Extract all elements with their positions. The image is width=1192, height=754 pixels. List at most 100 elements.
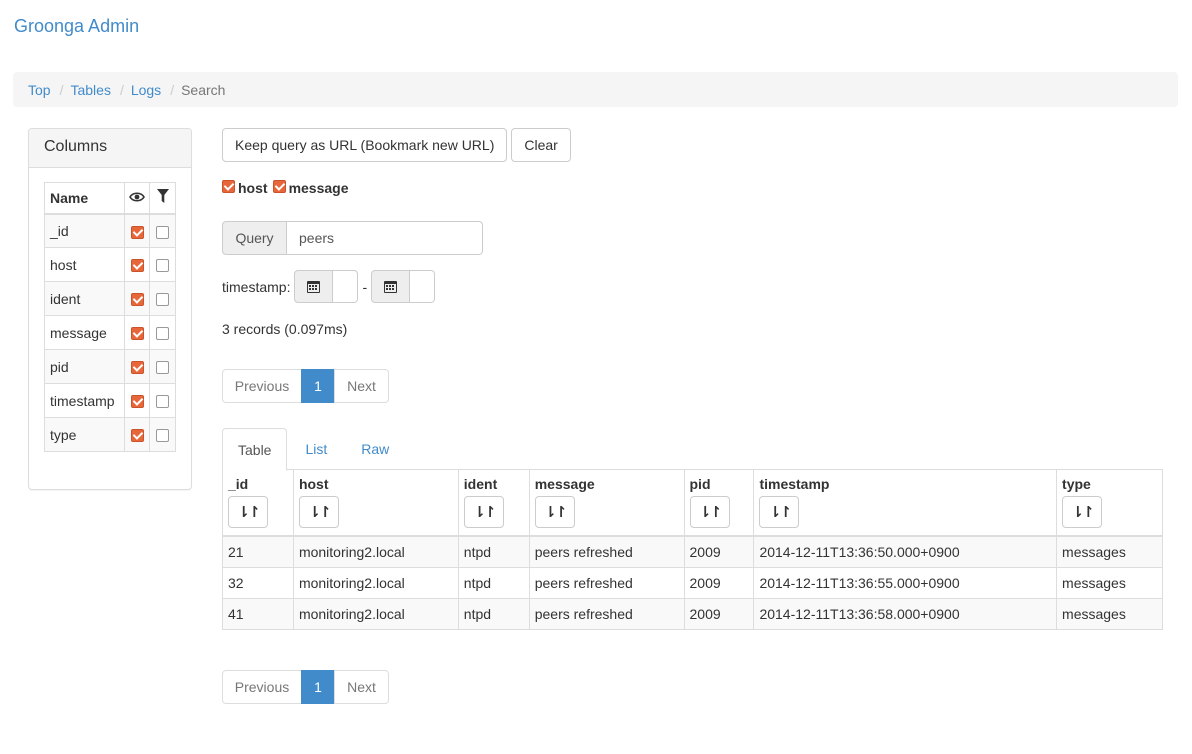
table-cell: 2009	[683, 566, 755, 599]
visible-checkbox[interactable]	[130, 259, 144, 273]
columns-table: Name _id host ident message pid timestam…	[44, 182, 176, 452]
table-cell: monitoring2.local	[292, 566, 459, 599]
column-row: type	[44, 417, 176, 452]
column-name: ident	[44, 281, 125, 316]
query-group: Query peers	[222, 221, 483, 255]
brand-link[interactable]: Groonga Admin	[14, 14, 139, 38]
column-header-type: type ⇂↾	[1056, 470, 1163, 537]
query-toolbar: Keep query as URL (Bookmark new URL) Cle…	[222, 128, 571, 162]
start-date-input[interactable]	[333, 270, 359, 303]
filter-header	[149, 182, 176, 215]
sort-icon[interactable]: ⇂↾	[1062, 496, 1103, 528]
column-name: timestamp	[44, 383, 125, 418]
visible-checkbox[interactable]	[130, 327, 144, 341]
breadcrumb-logs[interactable]: Logs	[131, 82, 161, 98]
table-cell: monitoring2.local	[292, 597, 459, 630]
next-page-button[interactable]: Next	[334, 670, 389, 704]
sort-icon[interactable]: ⇂↾	[463, 496, 504, 528]
visibility-header	[124, 182, 150, 215]
column-header-id: _id ⇂↾	[222, 470, 294, 537]
column-row: ident	[44, 281, 176, 316]
visible-checkbox[interactable]	[130, 429, 144, 443]
view-tabs: Table List Raw	[222, 428, 1163, 471]
start-calendar-button[interactable]	[294, 270, 334, 303]
table-cell: 2009	[683, 535, 755, 568]
keep-query-button[interactable]: Keep query as URL (Bookmark new URL)	[222, 128, 508, 162]
current-page[interactable]: 1	[301, 670, 335, 704]
calendar-icon	[307, 280, 321, 293]
column-header-message: message ⇂↾	[528, 470, 685, 537]
current-page[interactable]: 1	[301, 369, 335, 403]
breadcrumb-top[interactable]: Top	[28, 82, 51, 98]
filter-checkbox[interactable]	[156, 429, 169, 443]
match-host-label: host	[238, 180, 268, 196]
sort-icon[interactable]: ⇂↾	[298, 496, 339, 528]
breadcrumb: Top / Tables / Logs / Search	[13, 72, 1178, 107]
breadcrumb-separator: /	[59, 81, 64, 98]
sort-icon[interactable]: ⇂↾	[534, 496, 575, 528]
table-row: 32 monitoring2.local ntpd peers refreshe…	[222, 566, 1163, 599]
column-row: message	[44, 315, 176, 350]
tab-raw[interactable]: Raw	[345, 428, 405, 470]
visible-checkbox[interactable]	[130, 225, 144, 239]
sort-icon[interactable]: ⇂↾	[689, 496, 730, 528]
table-cell: 32	[222, 566, 294, 599]
sort-icon[interactable]: ⇂↾	[228, 496, 268, 528]
tab-table[interactable]: Table	[222, 428, 288, 471]
column-header-host: host ⇂↾	[292, 470, 459, 537]
previous-page-button[interactable]: Previous	[222, 369, 302, 403]
filter-checkbox[interactable]	[156, 259, 169, 273]
column-name: pid	[44, 349, 125, 384]
table-cell: 2014-12-11T13:36:50.000+0900	[753, 535, 1058, 568]
visible-checkbox[interactable]	[130, 293, 144, 307]
query-input[interactable]: peers	[287, 221, 483, 255]
column-header-label: message	[534, 476, 595, 492]
table-row: 21 monitoring2.local ntpd peers refreshe…	[222, 535, 1163, 568]
end-date-input[interactable]	[410, 270, 436, 303]
breadcrumb-search: Search	[181, 81, 226, 98]
table-cell: 2014-12-11T13:36:55.000+0900	[753, 566, 1058, 599]
column-row: _id	[44, 213, 176, 248]
breadcrumb-tables[interactable]: Tables	[70, 82, 110, 98]
column-row: host	[44, 247, 176, 282]
table-cell: peers refreshed	[528, 566, 685, 599]
filter-icon	[156, 189, 169, 204]
visible-checkbox[interactable]	[130, 361, 144, 375]
next-page-button[interactable]: Next	[334, 369, 389, 403]
column-row: timestamp	[44, 383, 176, 418]
calendar-icon	[384, 280, 398, 293]
timestamp-start	[294, 270, 359, 303]
table-cell: 41	[222, 597, 294, 630]
table-cell: 2009	[683, 597, 755, 630]
filter-checkbox[interactable]	[156, 361, 169, 375]
breadcrumb-separator: /	[119, 81, 124, 98]
columns-panel-title: Columns	[29, 129, 191, 168]
column-header-timestamp: timestamp ⇂↾	[753, 470, 1058, 537]
timestamp-range-separator: -	[362, 278, 368, 295]
timestamp-label: timestamp:	[222, 278, 291, 295]
end-calendar-button[interactable]	[371, 270, 411, 303]
match-message-checkbox[interactable]	[272, 180, 286, 193]
column-header-label: pid	[689, 476, 711, 492]
clear-button[interactable]: Clear	[511, 128, 571, 162]
table-cell: ntpd	[457, 535, 530, 568]
filter-checkbox[interactable]	[156, 293, 169, 307]
pagination-top: Previous 1 Next	[222, 369, 389, 403]
match-message-label: message	[288, 180, 349, 196]
match-columns: host message	[222, 180, 354, 196]
record-count: 3 records (0.097ms)	[222, 321, 348, 337]
columns-panel: Columns Name _id host ident message pid …	[28, 128, 192, 490]
filter-checkbox[interactable]	[156, 327, 169, 341]
match-host-checkbox[interactable]	[222, 180, 235, 193]
column-header-label: host	[298, 476, 329, 492]
timestamp-end	[371, 270, 436, 303]
tab-list[interactable]: List	[289, 428, 343, 470]
sort-icon[interactable]: ⇂↾	[759, 496, 800, 528]
previous-page-button[interactable]: Previous	[222, 670, 302, 704]
timestamp-filter: timestamp: -	[222, 270, 436, 303]
visible-checkbox[interactable]	[130, 395, 144, 409]
filter-checkbox[interactable]	[156, 395, 169, 409]
column-header-pid: pid ⇂↾	[683, 470, 755, 537]
filter-checkbox[interactable]	[156, 225, 169, 239]
table-cell: peers refreshed	[528, 597, 685, 630]
